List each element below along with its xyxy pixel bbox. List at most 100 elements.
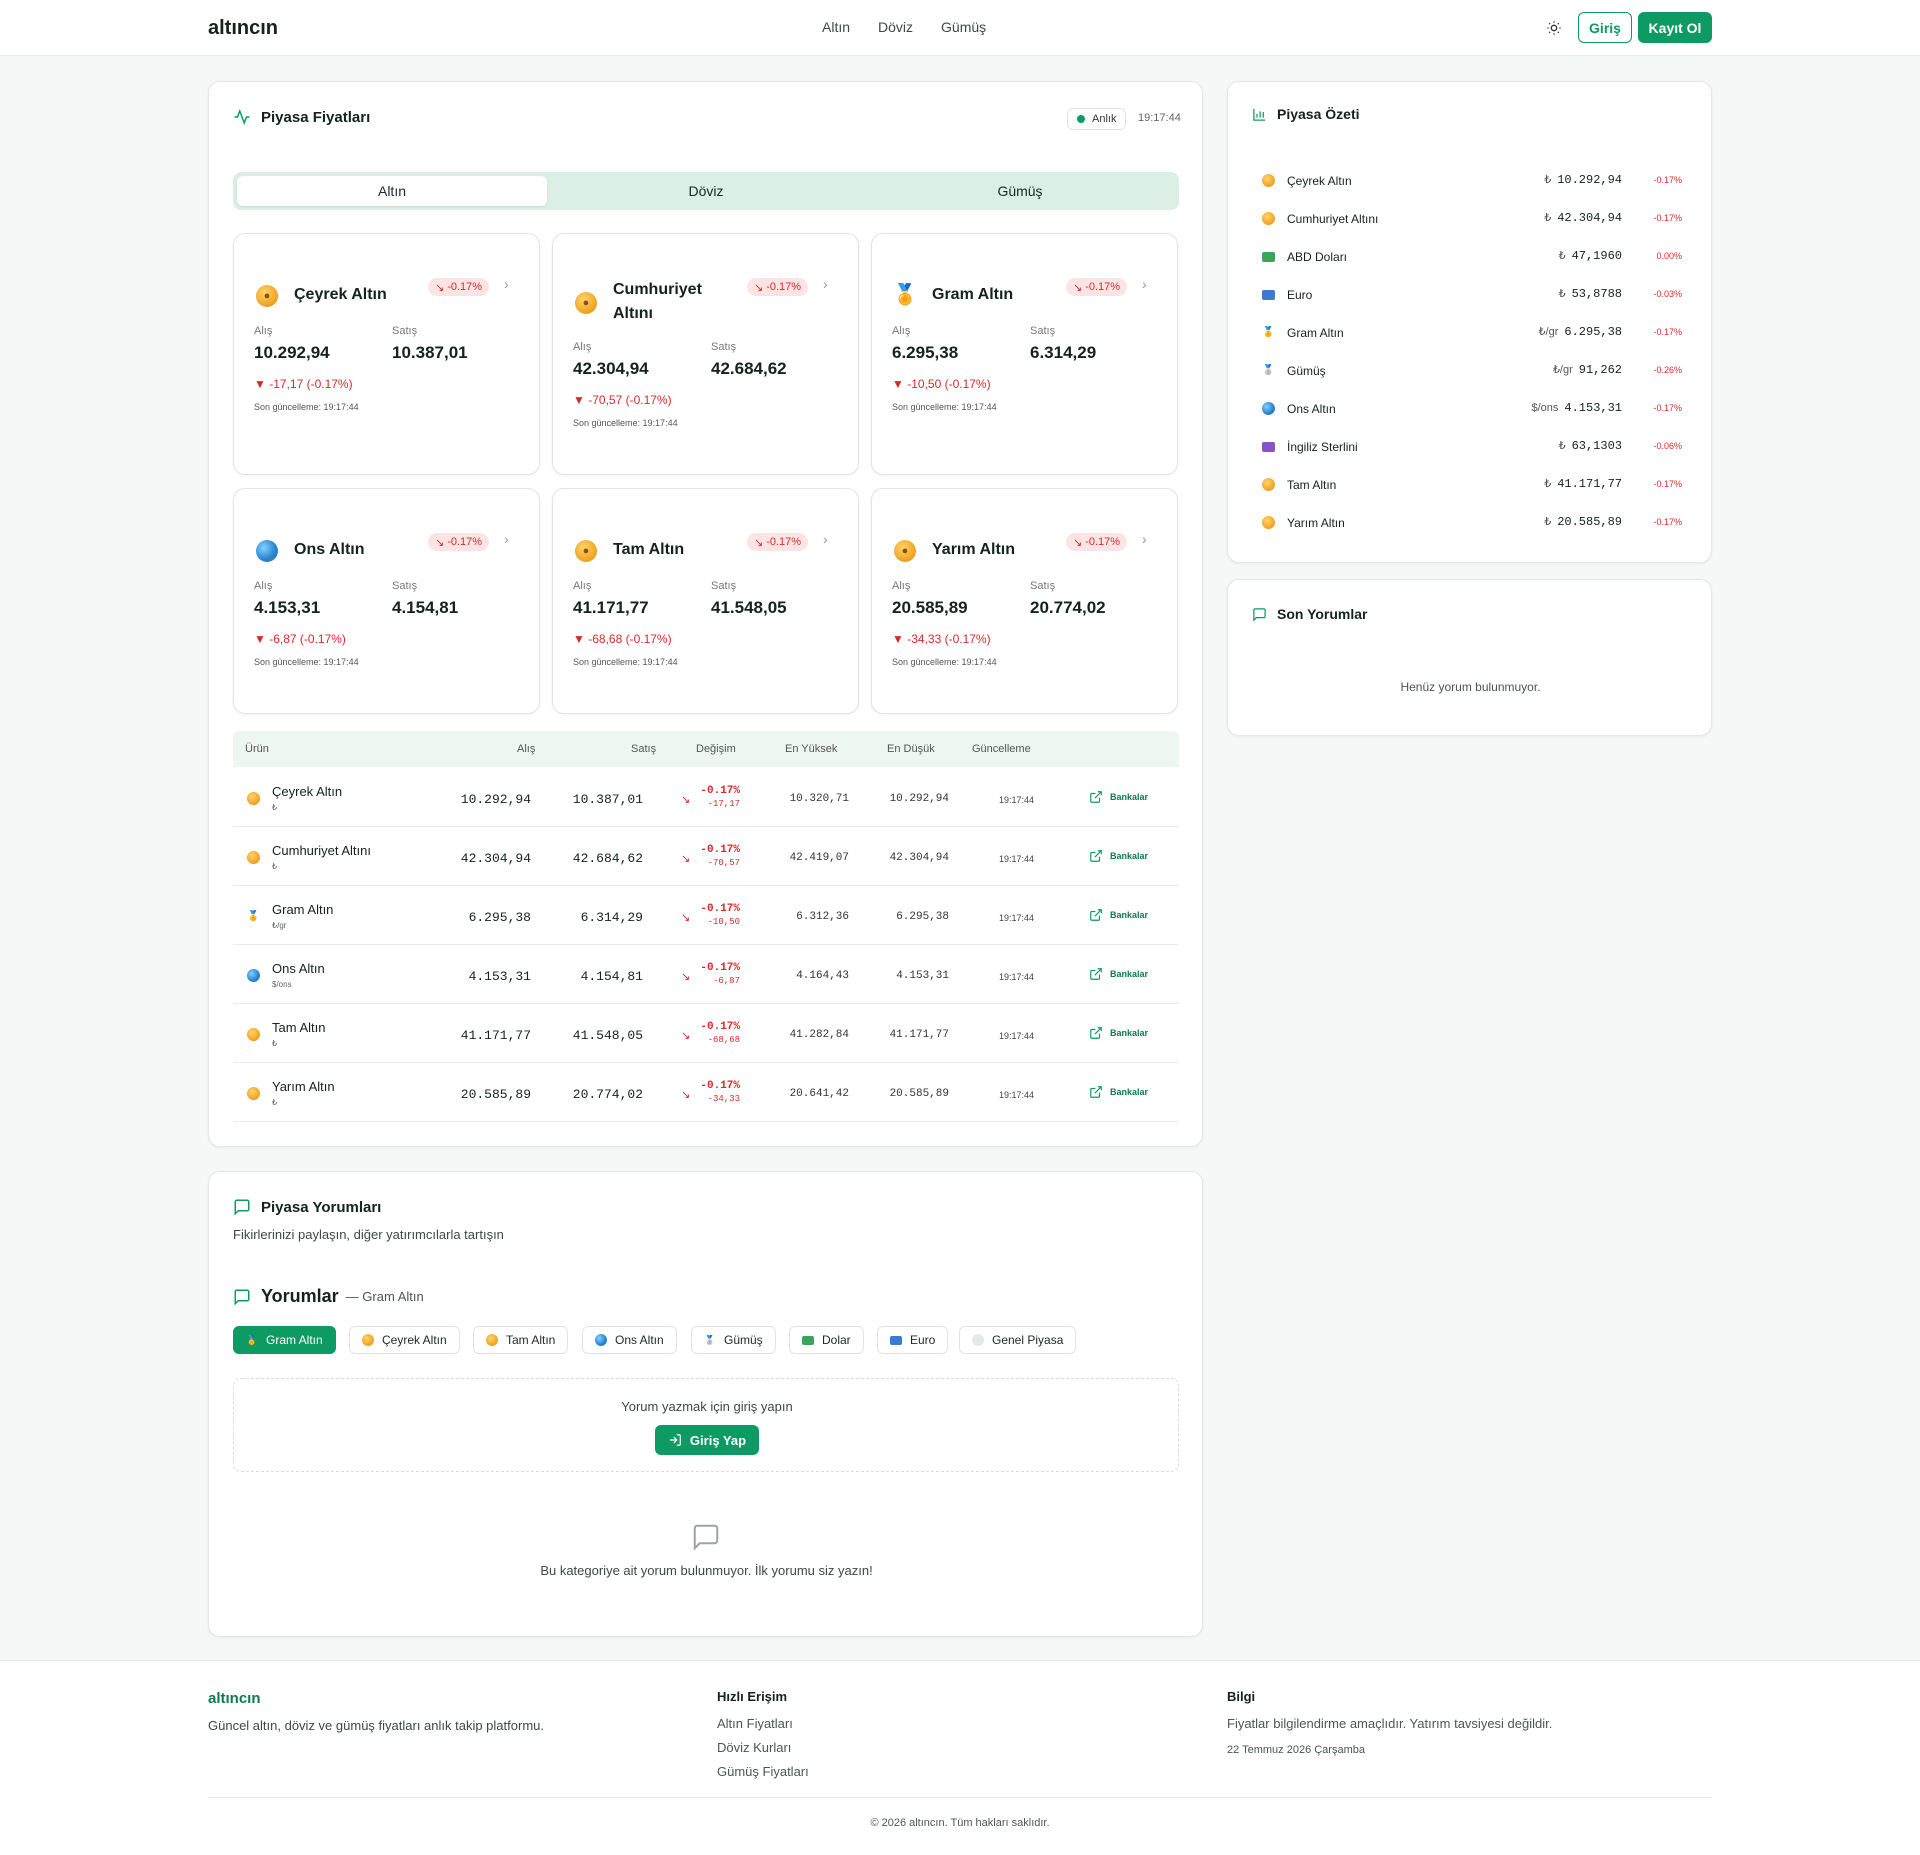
nav-silver[interactable]: Gümüş <box>941 19 986 35</box>
summary-change: -0.26% <box>1653 365 1682 375</box>
banks-link-label: Bankalar <box>1110 851 1149 861</box>
table-row[interactable]: Tam Altın ₺ 41.171,77 41.548,05 ↘ -0.17%… <box>233 1004 1179 1063</box>
buy-label: Alış <box>892 580 911 592</box>
comment-tab-label: Çeyrek Altın <box>382 1333 447 1347</box>
table-row[interactable]: Çeyrek Altın ₺ 10.292,94 10.387,01 ↘ -0.… <box>233 768 1179 827</box>
footer-link-gold[interactable]: Altın Fiyatları <box>717 1716 793 1731</box>
summary-row[interactable]: Tam Altın ₺ 41.171,77 -0.17% <box>1262 475 1682 495</box>
chevron-right-icon[interactable]: › <box>1142 531 1147 547</box>
summary-row[interactable]: Yarım Altın ₺ 20.585,89 -0.17% <box>1262 513 1682 533</box>
price-card[interactable]: ● Çeyrek Altın ↘ -0.17% › Alış Satış 10.2… <box>233 233 540 475</box>
message-icon <box>234 1199 250 1216</box>
summary-row[interactable]: Cumhuriyet Altını ₺ 42.304,94 -0.17% <box>1262 209 1682 229</box>
table-row[interactable]: Yarım Altın ₺ 20.585,89 20.774,02 ↘ -0.1… <box>233 1063 1179 1122</box>
medal-icon: 🏅 <box>247 911 260 922</box>
footer-logo[interactable]: altıncın <box>208 1690 261 1707</box>
buy-label: Alış <box>254 580 273 592</box>
summary-change: -0.03% <box>1653 289 1682 299</box>
recent-comments-card: Son Yorumlar Henüz yorum bulunmuyor. <box>1227 579 1712 736</box>
summary-currency: ₺ <box>1544 174 1552 186</box>
gold-coin-icon: ● <box>894 540 916 562</box>
price-card[interactable]: Ons Altın ↘ -0.17% › Alış Satış 4.153,31 … <box>233 488 540 714</box>
comment-tab-euro[interactable]: Euro <box>877 1326 949 1354</box>
summary-row[interactable]: İngiliz Sterlini ₺ 63,1303 -0.06% <box>1262 437 1682 457</box>
change-badge-value: -0.17% <box>1085 536 1121 548</box>
gold-coin-icon <box>1262 478 1275 491</box>
table-row[interactable]: Ons Altın $/ons 4.153,31 4.154,81 ↘ -0.1… <box>233 945 1179 1004</box>
banks-link[interactable]: Bankalar <box>1089 908 1148 922</box>
login-button[interactable]: Giriş <box>1578 12 1632 43</box>
sell-label: Satış <box>711 341 737 353</box>
chevron-right-icon[interactable]: › <box>1142 276 1147 292</box>
row-name: Cumhuriyet Altını <box>272 843 371 858</box>
footer-link-silver[interactable]: Gümüş Fiyatları <box>717 1764 809 1779</box>
nav-currency[interactable]: Döviz <box>878 19 913 35</box>
footer-info-title: Bilgi <box>1227 1689 1256 1704</box>
site-logo[interactable]: altıncın <box>208 17 278 40</box>
summary-row[interactable]: ABD Doları ₺ 47,1960 0.00% <box>1262 247 1682 267</box>
comment-tab-quarter-gold[interactable]: Çeyrek Altın <box>349 1326 460 1354</box>
comment-tab-label: Gram Altın <box>266 1333 323 1347</box>
price-card[interactable]: ● Tam Altın ↘ -0.17% › Alış Satış 41.171,… <box>552 488 859 714</box>
table-row[interactable]: Cumhuriyet Altını ₺ 42.304,94 42.684,62 … <box>233 827 1179 886</box>
comment-tab-dollar[interactable]: Dolar <box>789 1326 864 1354</box>
summary-row[interactable]: 🏅 Gram Altın ₺/gr 6.295,38 -0.17% <box>1262 323 1682 343</box>
summary-row[interactable]: Ons Altın $/ons 4.153,31 -0.17% <box>1262 399 1682 419</box>
comment-tab-general[interactable]: Genel Piyasa <box>959 1326 1077 1354</box>
price-card[interactable]: ● Yarım Altın ↘ -0.17% › Alış Satış 20.58… <box>871 488 1178 714</box>
summary-row[interactable]: Euro ₺ 53,8788 -0.03% <box>1262 285 1682 305</box>
comment-tab-silver[interactable]: 🥈 Gümüş <box>691 1326 776 1354</box>
comment-login-button[interactable]: Giriş Yap <box>655 1425 759 1455</box>
row-unit: $/ons <box>272 980 292 989</box>
banks-link[interactable]: Bankalar <box>1089 790 1148 804</box>
tab-gold[interactable]: Altın <box>237 176 547 206</box>
silver-medal-icon: 🥈 <box>1262 365 1275 376</box>
chevron-right-icon[interactable]: › <box>823 276 828 292</box>
summary-name: Yarım Altın <box>1287 516 1345 530</box>
row-high: 10.320,71 <box>789 793 849 805</box>
table-row[interactable]: 🏅 Gram Altın ₺/gr 6.295,38 6.314,29 ↘ -0… <box>233 886 1179 945</box>
updated-time: Son güncelleme: 19:17:44 <box>254 402 359 412</box>
pound-note-icon <box>1262 442 1275 452</box>
row-buy: 10.292,94 <box>460 792 531 807</box>
message-icon <box>234 1289 250 1306</box>
comment-tab-ounce-gold[interactable]: Ons Altın <box>582 1326 677 1354</box>
banks-link[interactable]: Bankalar <box>1089 967 1148 981</box>
footer-link-currency[interactable]: Döviz Kurları <box>717 1740 791 1755</box>
trend-down-icon: ↘ <box>435 536 445 549</box>
comment-tab-full-gold[interactable]: Tam Altın <box>473 1326 569 1354</box>
change-badge: ↘ -0.17% <box>747 533 809 551</box>
summary-row[interactable]: Çeyrek Altın ₺ 10.292,94 -0.17% <box>1262 171 1682 191</box>
login-icon <box>669 1434 681 1446</box>
summary-row[interactable]: 🥈 Gümüş ₺/gr 91,262 -0.26% <box>1262 361 1682 381</box>
banks-link[interactable]: Bankalar <box>1089 849 1148 863</box>
gold-coin-icon <box>247 1028 260 1041</box>
price-card[interactable]: 🏅 Gram Altın ↘ -0.17% › Alış Satış 6.295,… <box>871 233 1178 475</box>
price-card-name: Çeyrek Altın <box>294 286 387 303</box>
theme-toggle-button[interactable] <box>1543 17 1565 39</box>
price-card[interactable]: ● Cumhuriyet Altını ↘ -0.17% › Alış Satış… <box>552 233 859 475</box>
banks-link[interactable]: Bankalar <box>1089 1085 1148 1099</box>
summary-name: Ons Altın <box>1287 402 1336 416</box>
banks-link[interactable]: Bankalar <box>1089 1026 1148 1040</box>
chevron-right-icon[interactable]: › <box>823 531 828 547</box>
row-unit: ₺ <box>272 1098 278 1107</box>
tab-currency[interactable]: Döviz <box>551 176 861 206</box>
register-button[interactable]: Kayıt Ol <box>1638 12 1712 43</box>
chevron-right-icon[interactable]: › <box>504 276 509 292</box>
chevron-right-icon[interactable]: › <box>504 531 509 547</box>
comment-tab-gram-gold[interactable]: 🏅 Gram Altın <box>233 1326 336 1354</box>
top-header: altıncın Altın Döviz Gümüş Giriş Kayıt O… <box>0 0 1920 56</box>
summary-value: ₺ 42.304,94 <box>1544 211 1622 225</box>
summary-value: ₺ 47,1960 <box>1559 249 1622 263</box>
tab-silver[interactable]: Gümüş <box>865 176 1175 206</box>
buy-value: 4.153,31 <box>254 598 321 617</box>
euro-note-icon <box>890 1335 902 1345</box>
summary-currency: $/ons <box>1531 402 1559 414</box>
comments-section-title: Yorumlar <box>261 1286 339 1306</box>
summary-currency: ₺ <box>1544 478 1552 490</box>
gold-coin-icon <box>1262 516 1275 529</box>
nav-gold[interactable]: Altın <box>822 19 850 35</box>
dollar-note-icon <box>802 1335 814 1345</box>
row-low: 10.292,94 <box>889 793 949 805</box>
